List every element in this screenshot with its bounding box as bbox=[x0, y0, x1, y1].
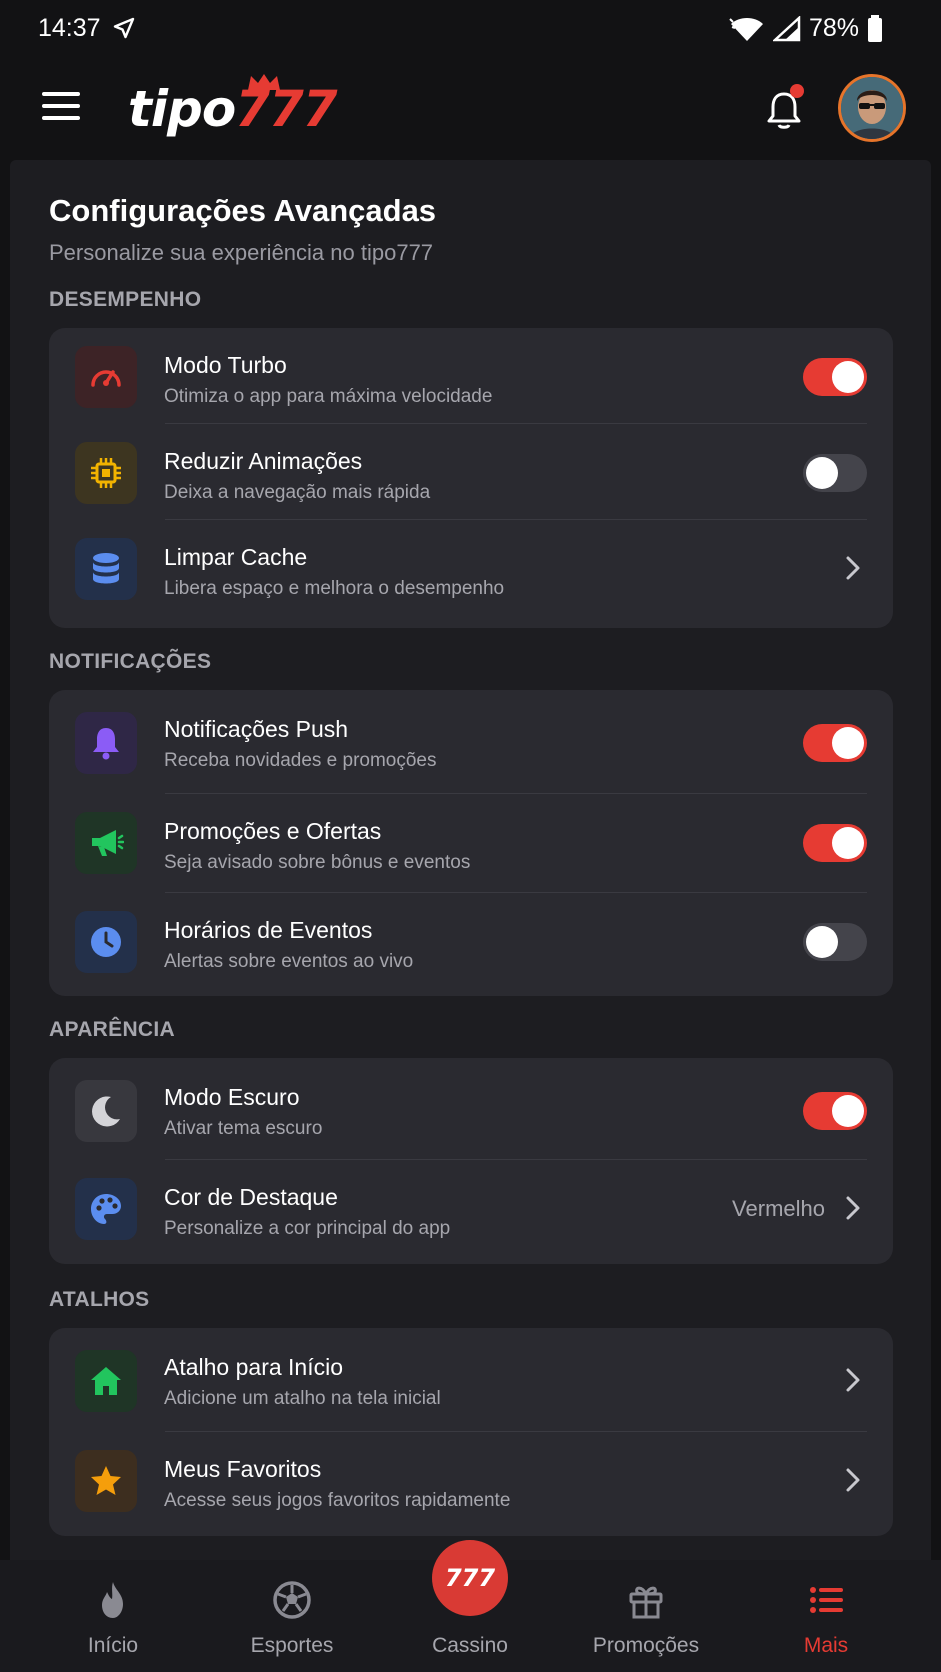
crown-icon bbox=[248, 74, 280, 90]
setting-row-favorites[interactable]: Meus Favoritos Acesse seus jogos favorit… bbox=[49, 1432, 893, 1536]
status-bar: 14:37 78% bbox=[0, 0, 941, 60]
performance-card: Modo Turbo Otimiza o app para máxima vel… bbox=[49, 328, 893, 628]
wifi-icon bbox=[729, 17, 763, 41]
setting-row-home-shortcut[interactable]: Atalho para Início Adicione um atalho na… bbox=[49, 1328, 893, 1432]
setting-title: Promoções e Ofertas bbox=[164, 818, 382, 844]
chevron-right-icon bbox=[846, 1368, 860, 1392]
setting-title: Limpar Cache bbox=[164, 544, 308, 570]
page-title: Configurações Avançadas bbox=[49, 193, 437, 228]
location-arrow-icon bbox=[113, 17, 135, 39]
nav-label: Início bbox=[87, 1634, 139, 1657]
setting-title: Horários de Eventos bbox=[164, 917, 373, 943]
chevron-right-icon bbox=[846, 1468, 860, 1492]
shortcuts-card: Atalho para Início Adicione um atalho na… bbox=[49, 1328, 893, 1536]
status-time: 14:37 bbox=[38, 14, 101, 42]
turbo-toggle[interactable] bbox=[803, 358, 867, 396]
nav-label: Promoções bbox=[592, 1634, 700, 1657]
app-logo[interactable]: tipo777 bbox=[128, 74, 338, 138]
section-title-performance: DESEMPENHO bbox=[49, 288, 202, 311]
home-icon bbox=[75, 1350, 137, 1412]
notification-badge bbox=[790, 84, 804, 98]
setting-row-accent-color[interactable]: Cor de Destaque Personalize a cor princi… bbox=[49, 1160, 893, 1264]
chip-icon bbox=[75, 442, 137, 504]
signal-icon bbox=[772, 15, 801, 41]
section-title-notifications: NOTIFICAÇÕES bbox=[49, 650, 212, 673]
nav-label: Mais bbox=[803, 1634, 849, 1657]
setting-title: Modo Turbo bbox=[164, 352, 287, 378]
push-toggle[interactable] bbox=[803, 724, 867, 762]
setting-title: Cor de Destaque bbox=[164, 1184, 338, 1210]
palette-icon bbox=[75, 1178, 137, 1240]
section-title-shortcuts: ATALHOS bbox=[49, 1288, 150, 1311]
setting-title: Reduzir Animações bbox=[164, 448, 363, 474]
setting-title: Meus Favoritos bbox=[164, 1456, 322, 1482]
setting-description: Ativar tema escuro bbox=[164, 1118, 323, 1139]
cassino-777-button[interactable]: 777 bbox=[432, 1540, 508, 1616]
speedometer-icon bbox=[75, 346, 137, 408]
clock-icon bbox=[75, 911, 137, 973]
promotions-toggle[interactable] bbox=[803, 824, 867, 862]
app-header: tipo777 bbox=[0, 60, 941, 160]
nav-item-esportes[interactable]: Esportes bbox=[217, 1560, 367, 1672]
setting-title: Atalho para Início bbox=[164, 1354, 344, 1380]
setting-description: Deixa a navegação mais rápida bbox=[164, 482, 431, 503]
nav-label: Cassino bbox=[432, 1634, 508, 1657]
battery-level: 78% bbox=[808, 14, 859, 42]
setting-row-reduce-animations[interactable]: Reduzir Animações Deixa a navegação mais… bbox=[49, 424, 893, 520]
setting-title: Notificações Push bbox=[164, 716, 349, 742]
setting-description: Personalize a cor principal do app bbox=[164, 1218, 451, 1239]
setting-row-event-times[interactable]: Horários de Eventos Alertas sobre evento… bbox=[49, 893, 893, 996]
setting-row-push[interactable]: Notificações Push Receba novidades e pro… bbox=[49, 690, 893, 794]
gift-icon bbox=[629, 1586, 663, 1619]
setting-description: Adicione um atalho na tela inicial bbox=[164, 1388, 441, 1409]
notifications-card: Notificações Push Receba novidades e pro… bbox=[49, 690, 893, 996]
setting-description: Alertas sobre eventos ao vivo bbox=[164, 951, 414, 972]
setting-row-clear-cache[interactable]: Limpar Cache Libera espaço e melhora o d… bbox=[49, 520, 893, 616]
setting-row-promotions[interactable]: Promoções e Ofertas Seja avisado sobre b… bbox=[49, 794, 893, 893]
user-avatar[interactable] bbox=[838, 74, 906, 142]
setting-title: Modo Escuro bbox=[164, 1084, 300, 1110]
star-icon bbox=[75, 1450, 137, 1512]
megaphone-icon bbox=[75, 812, 137, 874]
bell-icon bbox=[75, 712, 137, 774]
database-icon bbox=[75, 538, 137, 600]
chevron-right-icon bbox=[846, 556, 860, 580]
list-icon bbox=[810, 1587, 843, 1613]
setting-description: Acesse seus jogos favoritos rapidamente bbox=[164, 1490, 511, 1511]
setting-description: Seja avisado sobre bônus e eventos bbox=[164, 852, 471, 873]
nav-item-inicio[interactable]: Início bbox=[38, 1560, 188, 1672]
section-title-appearance: APARÊNCIA bbox=[49, 1018, 175, 1041]
appearance-card: Modo Escuro Ativar tema escuro Cor de De… bbox=[49, 1058, 893, 1264]
moon-icon bbox=[75, 1080, 137, 1142]
reduce-animations-toggle[interactable] bbox=[803, 454, 867, 492]
accent-color-value: Vermelho bbox=[732, 1196, 825, 1221]
nav-item-mais[interactable]: Mais bbox=[751, 1560, 901, 1672]
page-subtitle: Personalize sua experiência no tipo777 bbox=[49, 240, 434, 265]
setting-description: Receba novidades e promoções bbox=[164, 750, 437, 771]
setting-row-dark-mode[interactable]: Modo Escuro Ativar tema escuro bbox=[49, 1058, 893, 1160]
hamburger-menu-button[interactable] bbox=[42, 92, 80, 122]
dark-mode-toggle[interactable] bbox=[803, 1092, 867, 1130]
flame-icon bbox=[102, 1582, 123, 1618]
soccer-ball-icon bbox=[273, 1581, 311, 1619]
event-times-toggle[interactable] bbox=[803, 923, 867, 961]
battery-icon bbox=[868, 14, 882, 42]
setting-row-turbo[interactable]: Modo Turbo Otimiza o app para máxima vel… bbox=[49, 328, 893, 424]
777-icon: 777 bbox=[444, 1564, 496, 1592]
setting-description: Libera espaço e melhora o desempenho bbox=[164, 578, 505, 599]
nav-item-promocoes[interactable]: Promoções bbox=[571, 1560, 721, 1672]
setting-description: Otimiza o app para máxima velocidade bbox=[164, 386, 493, 407]
chevron-right-icon bbox=[846, 1196, 860, 1220]
nav-label: Esportes bbox=[250, 1634, 334, 1657]
